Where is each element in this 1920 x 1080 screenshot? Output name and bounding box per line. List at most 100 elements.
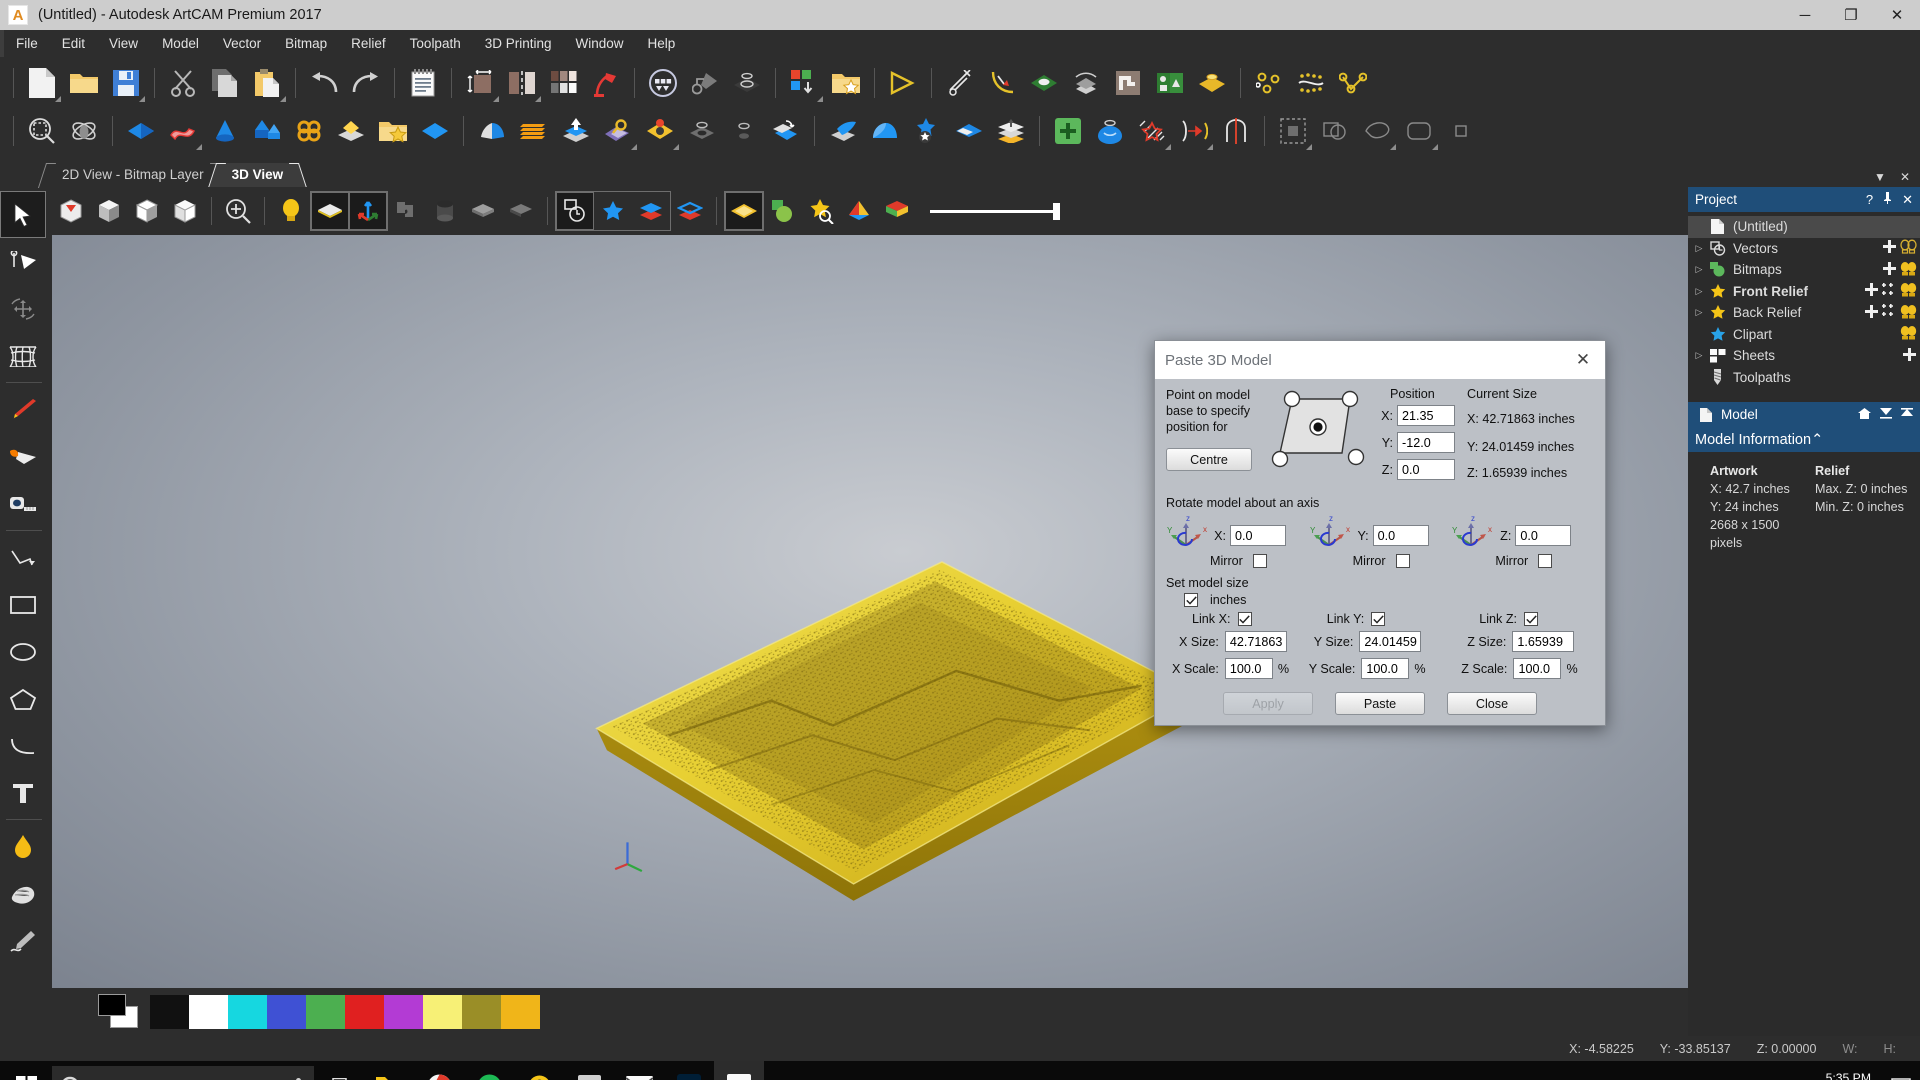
blue-slab-icon[interactable]: [948, 110, 990, 152]
taskbar-app-file-explorer[interactable]: [364, 1061, 414, 1080]
lamp-icon[interactable]: [585, 62, 627, 104]
swap-layer-icon[interactable]: [765, 110, 807, 152]
view-iso3-icon[interactable]: [166, 192, 204, 230]
expander-arrow[interactable]: ▷: [1691, 264, 1707, 275]
taskbar-app-photoshop[interactable]: Ps: [664, 1061, 714, 1080]
tiles-icon[interactable]: [543, 62, 585, 104]
ellipse-tool[interactable]: [0, 628, 46, 675]
expander-arrow[interactable]: ▷: [1691, 286, 1707, 297]
stack-layers-icon[interactable]: [990, 110, 1032, 152]
pyramid-icon[interactable]: [840, 192, 878, 230]
polyline-tool[interactable]: [0, 534, 46, 581]
bulb-action[interactable]: [1900, 304, 1917, 322]
green-shapes-icon[interactable]: [764, 192, 802, 230]
grid-action[interactable]: [1882, 282, 1897, 300]
shape-blob-icon[interactable]: [1356, 110, 1398, 152]
expander-arrow[interactable]: ▷: [1691, 350, 1707, 361]
palette-swatch-9[interactable]: [501, 995, 540, 1029]
add-green-icon[interactable]: [1047, 110, 1089, 152]
bulb-action[interactable]: [1900, 282, 1917, 300]
project-panel-close-icon[interactable]: ✕: [1902, 192, 1913, 208]
tree-item-vectors[interactable]: ▷ Vectors: [1688, 238, 1920, 260]
menu-item-window[interactable]: Window: [564, 30, 636, 57]
scale-z-input[interactable]: 100.0: [1513, 658, 1562, 679]
battery-charging-icon[interactable]: [1683, 1061, 1713, 1080]
save-icon[interactable]: [105, 62, 147, 104]
tree-item-clipart[interactable]: Clipart: [1688, 324, 1920, 346]
sweep-icon[interactable]: [1065, 62, 1107, 104]
nest-icon[interactable]: [1149, 62, 1191, 104]
taskbar-app-sketchup[interactable]: [564, 1061, 614, 1080]
yellow-diamond-icon[interactable]: [1191, 62, 1233, 104]
scatter-points-icon[interactable]: [1248, 62, 1290, 104]
link-z-checkbox[interactable]: [1524, 612, 1539, 626]
plus-action[interactable]: [1864, 282, 1879, 300]
pin-icon[interactable]: [1882, 192, 1893, 207]
tree-item-front-relief[interactable]: ▷ Front Relief: [1688, 281, 1920, 303]
yellow-ring-icon[interactable]: [639, 110, 681, 152]
text-tool[interactable]: [0, 769, 46, 816]
tab-3d-view[interactable]: 3D View: [217, 163, 298, 187]
bulb-action[interactable]: [1900, 325, 1917, 343]
texture-icon[interactable]: [597, 110, 639, 152]
rotate-x-input[interactable]: 0.0: [1230, 525, 1286, 546]
close-button[interactable]: ✕: [1874, 0, 1920, 30]
blue-diamond-icon[interactable]: [120, 110, 162, 152]
trim-vectors-icon[interactable]: [939, 62, 981, 104]
peel-icon[interactable]: [822, 110, 864, 152]
cylinder-icon[interactable]: [426, 192, 464, 230]
base-point-selector[interactable]: [1264, 387, 1376, 486]
taskbar-app-keypass[interactable]: [514, 1061, 564, 1080]
clock[interactable]: 5:35 PM 5/1/2017: [1815, 1070, 1882, 1080]
arc-tool[interactable]: [0, 722, 46, 769]
palette-swatch-5[interactable]: [345, 995, 384, 1029]
extrude-icon[interactable]: [684, 62, 726, 104]
tab-close-icon[interactable]: ✕: [1900, 170, 1910, 184]
taskbar-app-chrome[interactable]: [414, 1061, 464, 1080]
tab-dropdown-icon[interactable]: ▼: [1874, 170, 1886, 184]
menu-item-view[interactable]: View: [97, 30, 150, 57]
grey-slab-icon[interactable]: [464, 192, 502, 230]
cut-scissors-icon[interactable]: [162, 62, 204, 104]
dome-icon[interactable]: [864, 110, 906, 152]
palette-swatch-2[interactable]: [228, 995, 267, 1029]
palette-swatch-3[interactable]: [267, 995, 306, 1029]
menu-item-toolpath[interactable]: Toolpath: [398, 30, 473, 57]
taskbar-app-artcam[interactable]: A: [714, 1061, 764, 1080]
emboss-icon[interactable]: [330, 110, 372, 152]
node-path-icon[interactable]: [1332, 62, 1374, 104]
menu-item-relief[interactable]: Relief: [339, 30, 398, 57]
menu-item-3d-printing[interactable]: 3D Printing: [473, 30, 564, 57]
tree-item-back-relief[interactable]: ▷ Back Relief: [1688, 302, 1920, 324]
fillet-icon[interactable]: [981, 62, 1023, 104]
menu-item-vector[interactable]: Vector: [211, 30, 273, 57]
relief-z-slider[interactable]: [930, 202, 1060, 220]
inches-checkbox[interactable]: [1184, 593, 1198, 607]
size-y-input[interactable]: 24.01459: [1359, 631, 1422, 652]
bulb-action[interactable]: [1900, 261, 1917, 279]
polygon-tool[interactable]: [0, 675, 46, 722]
red-layers-icon[interactable]: [671, 192, 709, 230]
home-icon[interactable]: [1858, 407, 1871, 422]
pencil-tool[interactable]: [0, 386, 46, 433]
maximize-button[interactable]: ❐: [1828, 0, 1874, 30]
node-edit-tool[interactable]: [0, 238, 46, 285]
new-file-icon[interactable]: [21, 62, 63, 104]
tree-item-sheets[interactable]: ▷ Sheets: [1688, 345, 1920, 367]
palette-swatch-6[interactable]: [384, 995, 423, 1029]
rotate-y-input[interactable]: 0.0: [1372, 525, 1429, 546]
green-diamond-icon[interactable]: [1023, 62, 1065, 104]
star-zoom-icon[interactable]: [802, 192, 840, 230]
blue-cone-icon[interactable]: [204, 110, 246, 152]
paste-3d-model-dialog[interactable]: Paste 3D Model ✕ Point on model base to …: [1154, 340, 1606, 726]
small-dot-icon[interactable]: [723, 110, 765, 152]
plus-action[interactable]: [1882, 239, 1897, 257]
position-x-input[interactable]: 21.35: [1397, 405, 1455, 426]
palette-swatch-0[interactable]: [150, 995, 189, 1029]
fill-tool[interactable]: [0, 823, 46, 870]
star-swirl-icon[interactable]: [906, 110, 948, 152]
volume-icon[interactable]: [1743, 1061, 1773, 1080]
dark-slab-icon[interactable]: [502, 192, 540, 230]
tab-2d-view[interactable]: 2D View - Bitmap Layer: [48, 163, 218, 187]
scale-y-input[interactable]: 100.0: [1361, 658, 1410, 679]
